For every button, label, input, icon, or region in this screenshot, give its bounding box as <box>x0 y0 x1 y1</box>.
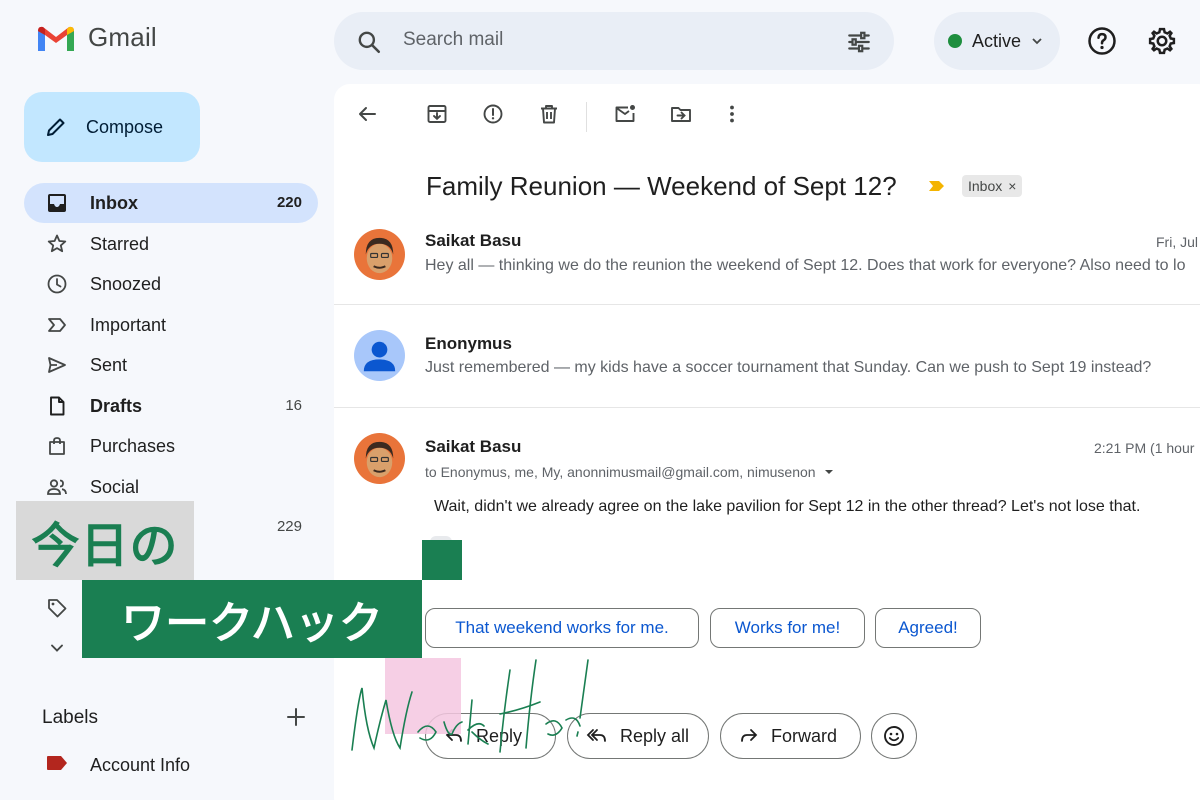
email-subject: Family Reunion — Weekend of Sept 12? <box>426 171 897 201</box>
pencil-icon <box>47 118 65 136</box>
forward-icon <box>741 729 758 742</box>
move-to-icon[interactable] <box>669 102 693 126</box>
people-icon <box>47 479 67 495</box>
sender-name: Enonymus <box>425 334 512 353</box>
archive-icon[interactable] <box>425 102 449 126</box>
caret-down-icon[interactable] <box>824 468 834 476</box>
sidebar-item-label: Important <box>90 315 167 335</box>
help-icon[interactable] <box>1087 26 1117 56</box>
message-collapsed-2[interactable]: Enonymus Just remembered — my kids have … <box>334 305 1200 407</box>
label-chip-inbox[interactable]: Inbox × <box>962 175 1023 197</box>
gear-icon[interactable] <box>1147 26 1177 56</box>
sidebar-item-sent[interactable]: Sent <box>24 345 318 385</box>
star-icon <box>47 234 67 253</box>
compose-button[interactable]: Compose <box>24 92 200 162</box>
recipients-line[interactable]: to Enonymus, me, My, anonnimusmail@gmail… <box>425 464 834 480</box>
sidebar-item-label: Drafts <box>90 396 143 416</box>
sidebar-item-snoozed[interactable]: Snoozed <box>24 264 318 304</box>
sender-name: Saikat Basu <box>425 231 522 250</box>
message-time: 2:21 PM (1 hour <box>1094 440 1195 456</box>
reply-all-label: Reply all <box>620 725 690 746</box>
trash-icon[interactable] <box>537 102 561 126</box>
search-options-icon[interactable] <box>846 29 872 55</box>
recipients-text: to Enonymus, me, My, anonnimusmail@gmail… <box>425 464 816 480</box>
clock-icon <box>47 274 67 294</box>
avatar <box>354 229 405 280</box>
gmail-logo[interactable]: Gmail <box>36 22 157 53</box>
search-input[interactable]: Search mail <box>403 29 503 51</box>
smart-reply-2[interactable]: Works for me! <box>710 608 865 648</box>
smiley-icon <box>884 726 904 746</box>
report-spam-icon[interactable] <box>481 102 505 126</box>
importance-marker-icon[interactable] <box>928 179 946 193</box>
unread-count: 229 <box>276 518 302 535</box>
message-time: Fri, Jul <box>1156 234 1198 250</box>
message-snippet: Hey all — thinking we do the reunion the… <box>425 257 1186 274</box>
labels-heading: Labels <box>42 707 98 728</box>
emoji-reaction-button[interactable] <box>871 713 917 759</box>
label-name: Account Info <box>90 755 191 775</box>
sidebar-item-label: Sent <box>90 355 128 375</box>
sidebar-item-label: Starred <box>90 234 150 254</box>
mark-unread-icon[interactable] <box>613 102 637 126</box>
more-options-icon[interactable] <box>720 102 744 126</box>
remove-label-icon[interactable]: × <box>1008 178 1016 194</box>
toolbar-divider <box>586 102 587 132</box>
forward-label: Forward <box>771 725 838 746</box>
overlay-accent-square <box>422 540 462 580</box>
sidebar-item-drafts[interactable]: Drafts 16 <box>24 386 318 426</box>
forward-button[interactable]: Forward <box>720 713 861 759</box>
work-hack-script-logo <box>351 659 589 753</box>
gmail-m-icon <box>38 26 74 51</box>
sidebar-item-inbox[interactable]: Inbox 220 <box>24 183 318 223</box>
status-dot <box>948 34 962 48</box>
search-icon[interactable] <box>356 29 382 55</box>
chevron-down-icon <box>1032 38 1042 45</box>
message-snippet: Just remembered — my kids have a soccer … <box>425 359 1152 376</box>
compose-label: Compose <box>86 116 164 137</box>
chip-label: Inbox <box>968 178 1003 194</box>
label-color-icon <box>47 756 67 770</box>
label-tag-icon <box>48 599 67 618</box>
avatar <box>354 330 405 381</box>
status-selector[interactable]: Active <box>934 12 1060 70</box>
inbox-icon <box>48 194 66 212</box>
status-label: Active <box>972 30 1022 51</box>
sidebar-item-label: Purchases <box>90 436 176 456</box>
add-label-icon[interactable] <box>286 707 306 727</box>
sidebar-item-label: Snoozed <box>90 274 162 294</box>
sidebar-item-label: Inbox <box>90 193 138 213</box>
send-icon <box>48 357 66 373</box>
draft-count: 16 <box>285 397 302 414</box>
back-arrow-icon[interactable] <box>355 102 379 126</box>
app-name: Gmail <box>88 22 157 52</box>
draft-icon <box>50 396 65 416</box>
message-body: Wait, didn't we already agree on the lak… <box>434 498 1141 515</box>
message-collapsed-1[interactable]: Saikat Basu Fri, Jul Hey all — thinking … <box>334 219 1200 304</box>
avatar <box>354 433 405 484</box>
sender-name: Saikat Basu <box>425 437 522 456</box>
smart-reply-3[interactable]: Agreed! <box>875 608 981 648</box>
sidebar-item-important[interactable]: Important <box>24 305 318 345</box>
overlay-title-line1: 今日の <box>16 501 194 580</box>
sidebar-item-starred[interactable]: Starred <box>24 224 318 264</box>
label-item-account-info[interactable]: Account Info <box>46 755 190 775</box>
sidebar-item-purchases[interactable]: Purchases <box>24 426 318 466</box>
important-icon <box>48 318 66 332</box>
unread-count: 220 <box>276 194 302 211</box>
chevron-down-icon <box>51 644 63 652</box>
sidebar-item-label: Social <box>90 477 140 497</box>
shopping-bag-icon <box>49 437 65 455</box>
search-bar[interactable]: Search mail <box>334 12 894 70</box>
